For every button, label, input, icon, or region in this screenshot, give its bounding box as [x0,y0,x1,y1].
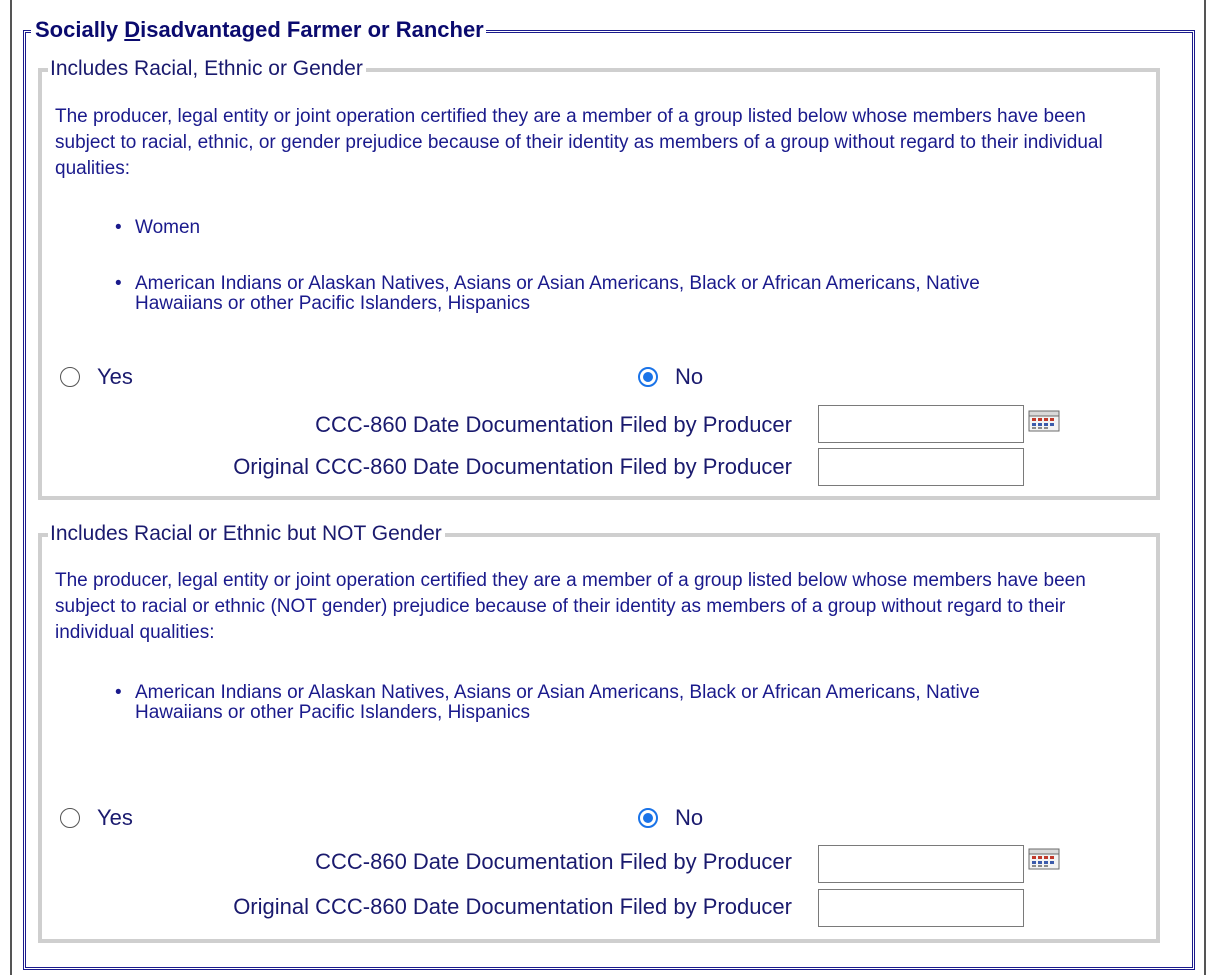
bullet-dot: • [115,273,122,294]
group1-legend: Includes Racial, Ethnic or Gender [48,56,366,82]
group2-original-date-field[interactable] [818,889,1024,927]
group2-legend: Includes Racial or Ethnic but NOT Gender [48,521,445,547]
group2-bullet-text: American Indians or Alaskan Natives, Asi… [135,682,980,723]
section-legend: Socially Disadvantaged Farmer or Rancher [31,16,486,44]
calendar-icon[interactable] [1028,410,1060,432]
group1-no-label[interactable]: No [675,364,703,390]
group2-no-option[interactable]: No [638,805,703,831]
group1-original-date-label: Original CCC-860 Date Documentation File… [233,454,792,479]
section-legend-accesskey: D [124,17,141,42]
group1-description: The producer, legal entity or joint oper… [55,106,1103,179]
group1-no-radio[interactable] [638,367,658,387]
group2-no-radio[interactable] [638,808,658,828]
group2-yes-radio[interactable] [60,808,80,828]
group1-bullet-text: American Indians or Alaskan Natives, Asi… [135,273,980,314]
group2-original-date-label: Original CCC-860 Date Documentation File… [233,894,792,919]
section-legend-before: Socially [35,17,125,42]
group1-no-option[interactable]: No [638,364,703,390]
group1-yes-option[interactable]: Yes [60,364,133,390]
group1-yes-radio[interactable] [60,367,80,387]
calendar-icon[interactable] [1028,848,1060,870]
bullet-dot: • [115,217,122,238]
group1-yes-label[interactable]: Yes [97,364,133,390]
group2-yes-option[interactable]: Yes [60,805,133,831]
section-legend-after: isadvantaged Farmer or Rancher [140,17,484,42]
group2-yes-label[interactable]: Yes [97,805,133,831]
group2-date-field[interactable] [818,845,1024,883]
group1-bullet-text: Women [135,217,201,238]
group1-date-label: CCC-860 Date Documentation Filed by Prod… [315,412,792,437]
group1-date-field[interactable] [818,405,1024,443]
bullet-dot: • [115,682,122,703]
group2-date-label: CCC-860 Date Documentation Filed by Prod… [315,849,792,874]
group2-description: The producer, legal entity or joint oper… [55,570,1086,643]
group2-no-label[interactable]: No [675,805,703,831]
group1-original-date-field[interactable] [818,448,1024,486]
